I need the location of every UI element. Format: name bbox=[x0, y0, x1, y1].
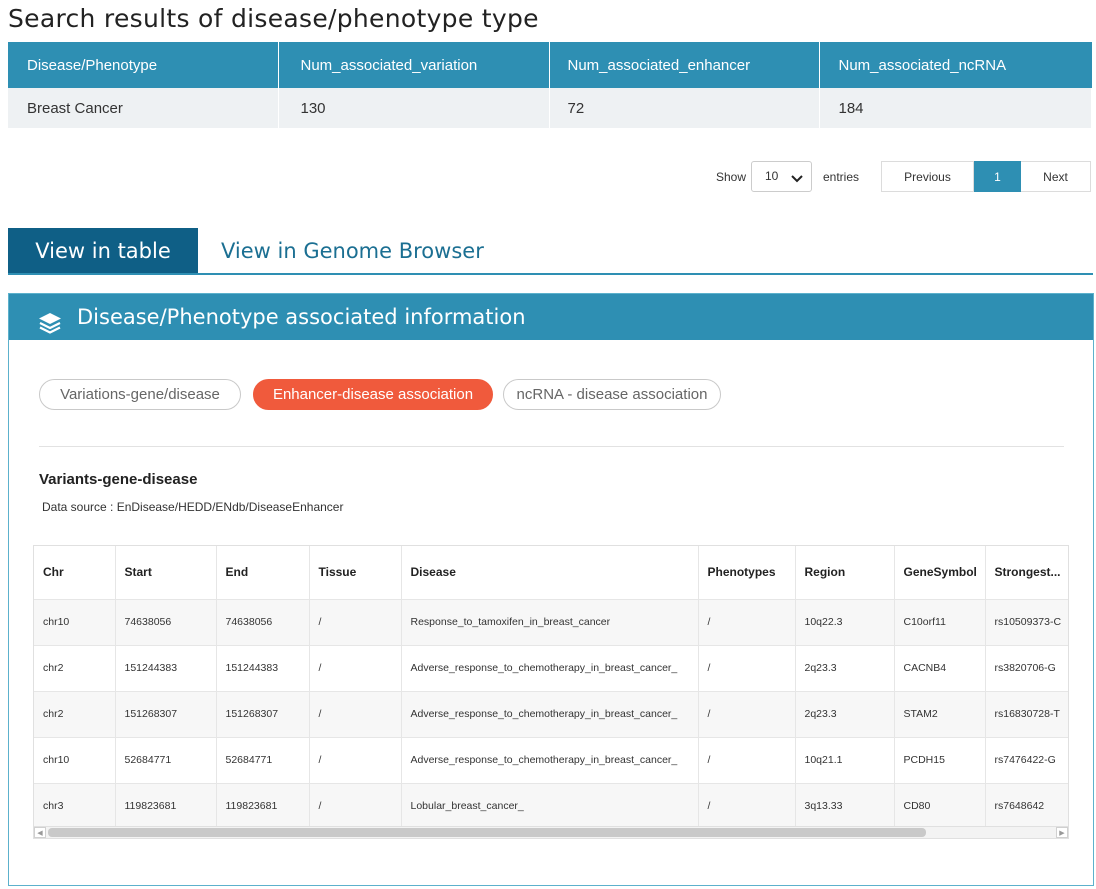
cell-disease: Adverse_response_to_chemotherapy_in_brea… bbox=[401, 691, 699, 738]
summary-col-variation[interactable]: Num_associated_variation bbox=[278, 42, 550, 88]
cell-genesymbol: C10orf11 bbox=[894, 599, 986, 646]
cell-phenotypes: / bbox=[698, 783, 796, 830]
cell-end: 119823681 bbox=[216, 783, 310, 830]
table-row[interactable]: chr10 52684771 52684771 / Adverse_respon… bbox=[34, 737, 1068, 784]
pill-ncrna-disease-association[interactable]: ncRNA - disease association bbox=[503, 379, 721, 410]
table-row[interactable]: chr10 74638056 74638056 / Response_to_ta… bbox=[34, 599, 1068, 646]
cell-end: 151268307 bbox=[216, 691, 310, 738]
panel-title: Disease/Phenotype associated information bbox=[77, 305, 526, 329]
chevron-down-icon bbox=[791, 168, 803, 197]
cell-region: 10q21.1 bbox=[795, 737, 895, 784]
cell-genesymbol: STAM2 bbox=[894, 691, 986, 738]
summary-cell-disease: Breast Cancer bbox=[8, 88, 279, 128]
table-row[interactable]: chr3 119823681 119823681 / Lobular_breas… bbox=[34, 783, 1068, 830]
summary-cell-enhancer: 72 bbox=[549, 88, 820, 128]
scroll-right-icon[interactable]: ▶ bbox=[1056, 827, 1068, 838]
data-source: Data source : EnDisease/HEDD/ENdb/Diseas… bbox=[42, 500, 344, 514]
cell-start: 74638056 bbox=[115, 599, 217, 646]
cell-genesymbol: PCDH15 bbox=[894, 737, 986, 784]
cell-phenotypes: / bbox=[698, 599, 796, 646]
col-start[interactable]: Start bbox=[115, 546, 217, 600]
layers-icon bbox=[37, 305, 63, 334]
scroll-left-icon[interactable]: ◀ bbox=[34, 827, 46, 838]
results-table-container: Chr Start End Tissue Disease Phenotypes … bbox=[33, 545, 1069, 839]
cell-chr: chr2 bbox=[34, 691, 116, 738]
cell-chr: chr10 bbox=[34, 599, 116, 646]
page-title: Search results of disease/phenotype type bbox=[8, 4, 539, 33]
cell-region: 10q22.3 bbox=[795, 599, 895, 646]
col-region[interactable]: Region bbox=[795, 546, 895, 600]
cell-end: 151244383 bbox=[216, 645, 310, 692]
cell-disease: Response_to_tamoxifen_in_breast_cancer bbox=[401, 599, 699, 646]
tab-view-in-table[interactable]: View in table bbox=[8, 228, 198, 274]
col-tissue[interactable]: Tissue bbox=[309, 546, 402, 600]
cell-genesymbol: CD80 bbox=[894, 783, 986, 830]
cell-region: 3q13.33 bbox=[795, 783, 895, 830]
pagination: Previous 1 Next bbox=[881, 161, 1091, 192]
cell-start: 119823681 bbox=[115, 783, 217, 830]
entries-label: entries bbox=[823, 170, 860, 184]
col-phenotypes[interactable]: Phenotypes bbox=[698, 546, 796, 600]
cell-strongest: rs7476422-G bbox=[985, 737, 1068, 784]
tab-underline bbox=[8, 273, 1093, 275]
show-label: Show bbox=[716, 170, 747, 184]
entries-select-value: 10 bbox=[765, 169, 779, 183]
cell-start: 52684771 bbox=[115, 737, 217, 784]
horizontal-scrollbar[interactable]: ◀ ▶ bbox=[34, 826, 1068, 838]
cell-disease: Adverse_response_to_chemotherapy_in_brea… bbox=[401, 737, 699, 784]
table-header-row: Chr Start End Tissue Disease Phenotypes … bbox=[34, 546, 1068, 600]
cell-start: 151268307 bbox=[115, 691, 217, 738]
summary-table: Disease/Phenotype Num_associated_variati… bbox=[8, 42, 1092, 128]
summary-row[interactable]: Breast Cancer 130 72 184 bbox=[8, 88, 1092, 128]
cell-tissue: / bbox=[309, 599, 402, 646]
section-divider bbox=[39, 446, 1064, 447]
page-1-button[interactable]: 1 bbox=[974, 161, 1021, 192]
col-end[interactable]: End bbox=[216, 546, 310, 600]
cell-strongest: rs7648642 bbox=[985, 783, 1068, 830]
summary-cell-variation: 130 bbox=[278, 88, 550, 128]
cell-phenotypes: / bbox=[698, 691, 796, 738]
cell-region: 2q23.3 bbox=[795, 691, 895, 738]
previous-button[interactable]: Previous bbox=[881, 161, 974, 192]
col-disease[interactable]: Disease bbox=[401, 546, 699, 600]
tab-view-in-genome-browser[interactable]: View in Genome Browser bbox=[221, 228, 484, 274]
summary-col-disease[interactable]: Disease/Phenotype bbox=[8, 42, 279, 88]
entries-select[interactable]: 10 bbox=[751, 161, 812, 192]
cell-strongest: rs16830728-T bbox=[985, 691, 1068, 738]
summary-cell-ncrna: 184 bbox=[819, 88, 1092, 128]
cell-tissue: / bbox=[309, 645, 402, 692]
cell-chr: chr3 bbox=[34, 783, 116, 830]
cell-end: 74638056 bbox=[216, 599, 310, 646]
summary-col-ncrna[interactable]: Num_associated_ncRNA bbox=[819, 42, 1092, 88]
cell-tissue: / bbox=[309, 691, 402, 738]
col-strongest[interactable]: Strongest... bbox=[985, 546, 1068, 600]
summary-header-row: Disease/Phenotype Num_associated_variati… bbox=[8, 42, 1092, 88]
scrollbar-thumb[interactable] bbox=[48, 828, 926, 837]
cell-disease: Lobular_breast_cancer_ bbox=[401, 783, 699, 830]
table-row[interactable]: chr2 151244383 151244383 / Adverse_respo… bbox=[34, 645, 1068, 692]
cell-genesymbol: CACNB4 bbox=[894, 645, 986, 692]
cell-tissue: / bbox=[309, 737, 402, 784]
cell-end: 52684771 bbox=[216, 737, 310, 784]
results-table: Chr Start End Tissue Disease Phenotypes … bbox=[34, 546, 1068, 830]
next-button[interactable]: Next bbox=[1021, 161, 1091, 192]
pill-variations-gene-disease[interactable]: Variations-gene/disease bbox=[39, 379, 241, 410]
cell-disease: Adverse_response_to_chemotherapy_in_brea… bbox=[401, 645, 699, 692]
section-title: Variants-gene-disease bbox=[39, 471, 198, 488]
cell-chr: chr2 bbox=[34, 645, 116, 692]
cell-tissue: / bbox=[309, 783, 402, 830]
panel-header: Disease/Phenotype associated information bbox=[9, 294, 1093, 340]
cell-phenotypes: / bbox=[698, 737, 796, 784]
cell-phenotypes: / bbox=[698, 645, 796, 692]
cell-start: 151244383 bbox=[115, 645, 217, 692]
col-chr[interactable]: Chr bbox=[34, 546, 116, 600]
cell-region: 2q23.3 bbox=[795, 645, 895, 692]
cell-chr: chr10 bbox=[34, 737, 116, 784]
cell-strongest: rs10509373-C bbox=[985, 599, 1068, 646]
summary-col-enhancer[interactable]: Num_associated_enhancer bbox=[549, 42, 820, 88]
pill-enhancer-disease-association[interactable]: Enhancer-disease association bbox=[253, 379, 493, 410]
cell-strongest: rs3820706-G bbox=[985, 645, 1068, 692]
table-row[interactable]: chr2 151268307 151268307 / Adverse_respo… bbox=[34, 691, 1068, 738]
col-genesymbol[interactable]: GeneSymbol bbox=[894, 546, 986, 600]
